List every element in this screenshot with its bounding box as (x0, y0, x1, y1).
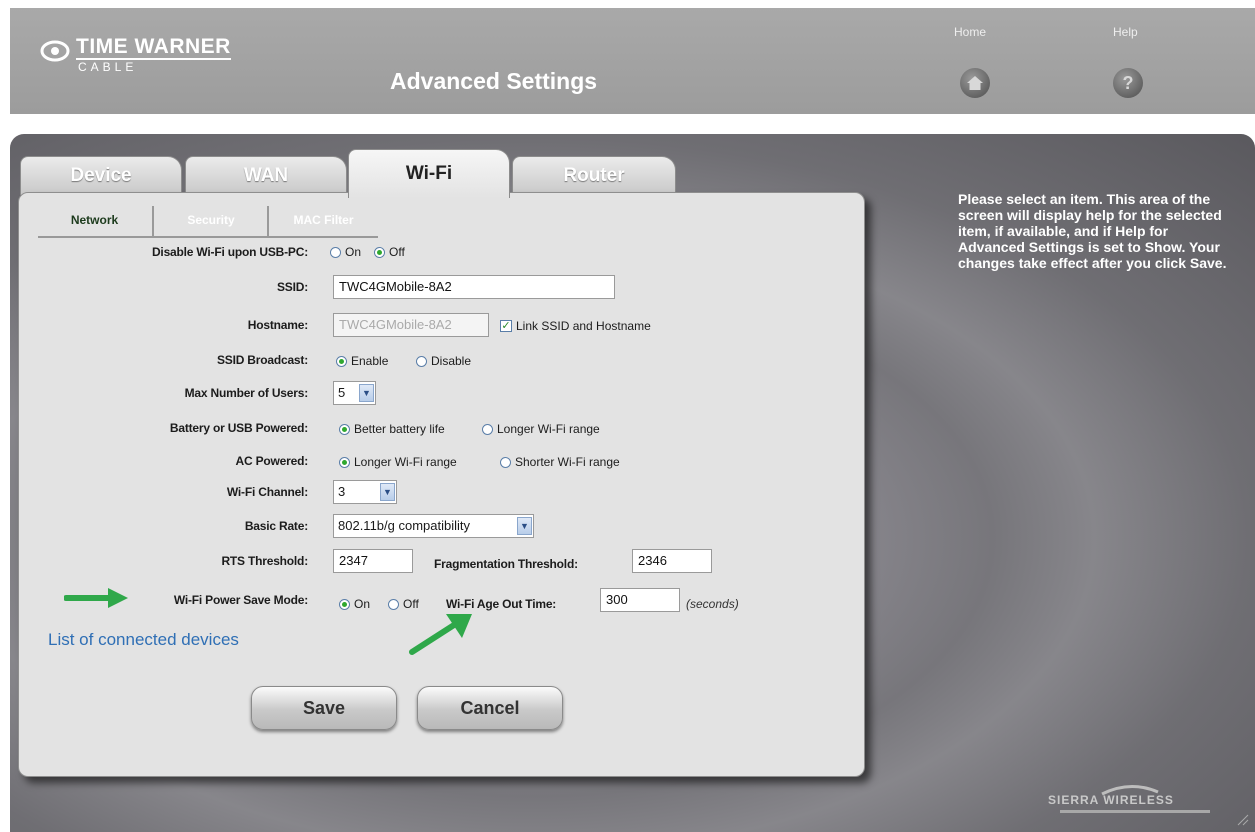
radio-button[interactable] (388, 598, 399, 610)
home-icon[interactable] (960, 68, 990, 98)
power-save-on-option[interactable]: On (339, 597, 370, 611)
save-button[interactable]: Save (251, 686, 397, 730)
help-text-panel: Please select an item. This area of the … (958, 191, 1227, 271)
ac-powered-label: AC Powered: (235, 454, 309, 468)
tab-label: WAN (243, 165, 289, 186)
rts-threshold-input[interactable]: 2347 (333, 549, 413, 573)
age-out-label: Wi-Fi Age Out Time: (446, 597, 557, 611)
tab-router[interactable]: Router (512, 156, 676, 195)
chevron-down-icon[interactable]: ▼ (380, 483, 395, 501)
age-out-unit: (seconds) (686, 597, 739, 611)
subtab-network[interactable]: Network (38, 206, 151, 234)
chevron-down-icon[interactable]: ▼ (359, 384, 374, 402)
max-users-select[interactable]: 5 ▼ (333, 381, 376, 405)
green-arrow-right-icon (64, 588, 128, 608)
house-icon (967, 76, 983, 90)
fragmentation-threshold-label: Fragmentation Threshold: (434, 557, 578, 571)
select-value: 3 (338, 484, 346, 499)
channel-select[interactable]: 3 ▼ (333, 480, 397, 504)
power-save-label: Wi-Fi Power Save Mode: (173, 593, 308, 607)
radio-button-selected[interactable] (339, 423, 350, 435)
subtab-label: MAC Filter (293, 213, 354, 227)
radio-button-selected[interactable] (339, 598, 350, 610)
sierra-wireless-logo: SIERRA WIRELESS (1048, 793, 1174, 807)
radio-label: Off (389, 245, 405, 259)
subtab-divider (267, 206, 269, 236)
radio-label: Disable (431, 354, 472, 368)
radio-label: Longer Wi-Fi range (354, 455, 457, 469)
router-admin-window: TIME WARNER CABLE Advanced Settings Home… (10, 8, 1255, 832)
logo-text-cable: CABLE (78, 60, 138, 74)
ssid-broadcast-enable-option[interactable]: Enable (336, 354, 388, 368)
hostname-label: Hostname: (247, 318, 308, 332)
select-value: 5 (338, 385, 346, 400)
rts-threshold-label: RTS Threshold: (221, 554, 308, 568)
green-arrow-up-right-icon (409, 614, 472, 655)
connected-devices-link[interactable]: List of connected devices (48, 630, 239, 650)
basic-rate-select[interactable]: 802.11b/g compatibility ▼ (333, 514, 534, 538)
link-ssid-hostname-checkbox[interactable]: ✓ Link SSID and Hostname (500, 319, 651, 333)
radio-label: Shorter Wi-Fi range (515, 455, 620, 469)
radio-label: Longer Wi-Fi range (497, 422, 600, 436)
ac-shorter-range-option[interactable]: Shorter Wi-Fi range (500, 455, 620, 469)
age-out-input[interactable]: 300 (600, 588, 680, 612)
subtab-bar: Network Security MAC Filter (38, 206, 378, 238)
cancel-button[interactable]: Cancel (417, 686, 563, 730)
subtab-security[interactable]: Security (156, 206, 266, 234)
ssid-label: SSID: (276, 280, 308, 294)
eye-logo-icon (40, 40, 70, 62)
tab-label: Device (70, 165, 132, 186)
select-value: 802.11b/g compatibility (338, 518, 471, 533)
header-bar: TIME WARNER CABLE Advanced Settings Home… (10, 8, 1255, 114)
radio-label: On (345, 245, 362, 259)
tab-wan[interactable]: WAN (185, 156, 347, 195)
radio-button-selected[interactable] (339, 456, 350, 468)
channel-label: Wi-Fi Channel: (226, 485, 308, 499)
ac-longer-range-option[interactable]: Longer Wi-Fi range (339, 455, 457, 469)
ssid-broadcast-disable-option[interactable]: Disable (416, 354, 471, 368)
help-icon[interactable]: ? (1113, 68, 1143, 98)
tab-device[interactable]: Device (20, 156, 182, 195)
radio-button-selected[interactable] (374, 246, 385, 258)
tab-wifi[interactable]: Wi-Fi (348, 149, 510, 198)
disable-wifi-on-option[interactable]: On (330, 245, 361, 259)
fragmentation-threshold-input[interactable]: 2346 (632, 549, 712, 573)
battery-label: Battery or USB Powered: (169, 421, 308, 435)
subtab-divider (152, 206, 154, 236)
radio-button[interactable] (416, 355, 427, 367)
radio-button-selected[interactable] (336, 355, 347, 367)
page-title: Advanced Settings (390, 68, 598, 94)
resize-grip-icon[interactable] (1237, 814, 1249, 826)
help-link-label[interactable]: Help (1113, 25, 1138, 39)
ssid-input[interactable]: TWC4GMobile-8A2 (333, 275, 615, 299)
radio-button[interactable] (500, 456, 511, 468)
logo-underline (1060, 810, 1210, 813)
checkbox-label: Link SSID and Hostname (516, 319, 651, 333)
subtab-mac-filter[interactable]: MAC Filter (271, 206, 376, 234)
home-link-label[interactable]: Home (954, 25, 986, 39)
checkmark-icon[interactable]: ✓ (500, 320, 512, 332)
subtab-label: Security (187, 213, 235, 227)
question-icon: ? (1122, 72, 1134, 93)
radio-label: On (354, 597, 371, 611)
disable-wifi-label: Disable Wi-Fi upon USB-PC: (151, 245, 308, 259)
battery-better-life-option[interactable]: Better battery life (339, 422, 445, 436)
max-users-label: Max Number of Users: (184, 386, 309, 400)
tab-label: Wi-Fi (405, 163, 453, 184)
disable-wifi-off-option[interactable]: Off (374, 245, 405, 259)
radio-button[interactable] (482, 423, 493, 435)
hostname-input[interactable]: TWC4GMobile-8A2 (333, 313, 489, 337)
radio-label: Off (403, 597, 419, 611)
tab-label: Router (563, 165, 625, 186)
chevron-down-icon[interactable]: ▼ (517, 517, 532, 535)
ssid-broadcast-label: SSID Broadcast: (216, 353, 308, 367)
basic-rate-label: Basic Rate: (244, 519, 308, 533)
radio-button[interactable] (330, 246, 341, 258)
radio-label: Better battery life (354, 422, 445, 436)
logo-text-time-warner: TIME WARNER (76, 35, 231, 60)
radio-label: Enable (351, 354, 389, 368)
subtab-label: Network (70, 213, 119, 227)
power-save-off-option[interactable]: Off (388, 597, 419, 611)
battery-longer-range-option[interactable]: Longer Wi-Fi range (482, 422, 600, 436)
